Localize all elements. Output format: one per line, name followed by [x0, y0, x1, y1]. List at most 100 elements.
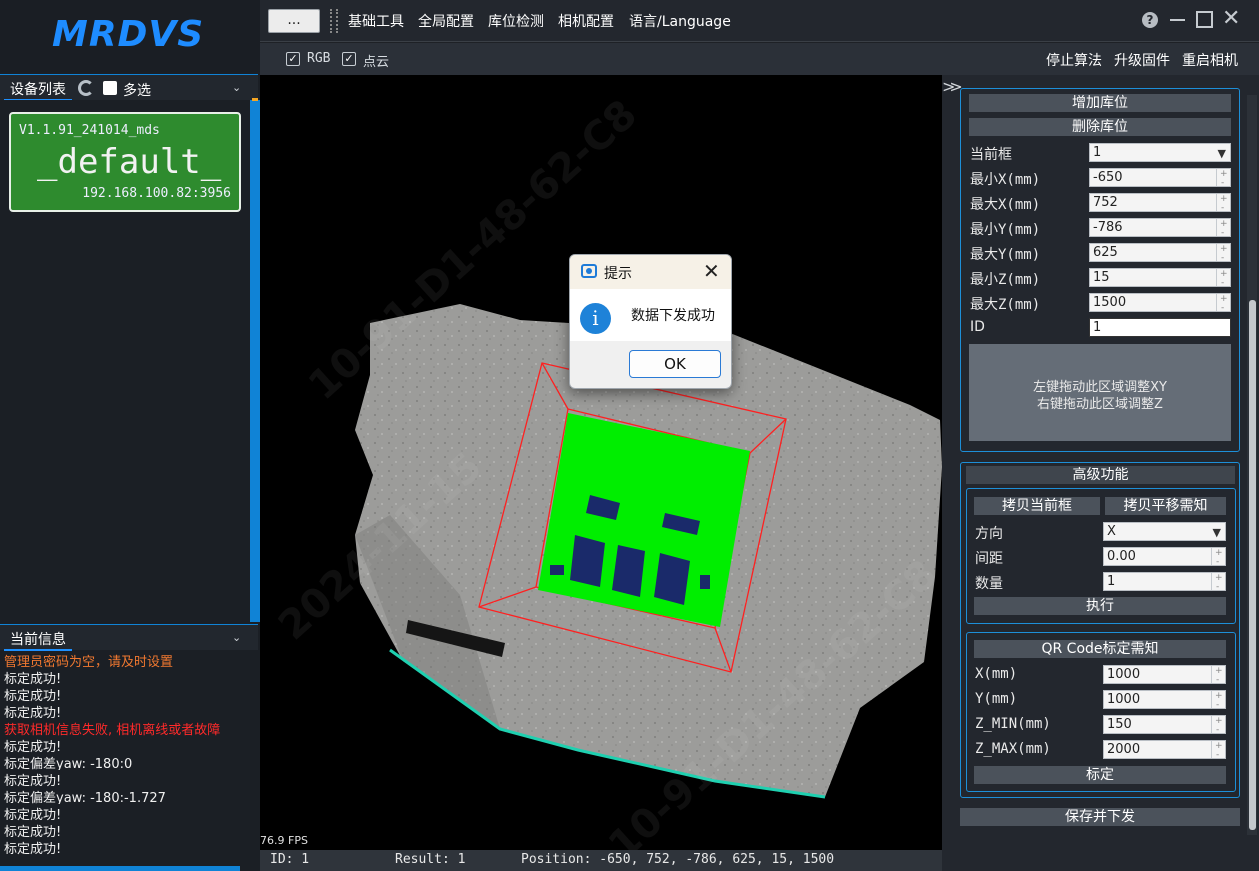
- delete-location-button[interactable]: 删除库位: [969, 118, 1231, 136]
- add-location-button[interactable]: 增加库位: [969, 94, 1231, 112]
- more-button[interactable]: ...: [268, 9, 320, 33]
- menu-language[interactable]: 语言/Language: [629, 11, 731, 31]
- info-log: 管理员密码为空，请及时设置 标定成功! 标定成功! 标定成功! 获取相机信息失败, 相机…: [0, 651, 252, 865]
- qr-calibration-help-button[interactable]: QR Code标定需知: [974, 640, 1226, 658]
- spinner-icon[interactable]: [1216, 266, 1230, 292]
- save-and-send-button[interactable]: 保存并下发: [960, 808, 1240, 826]
- count-label: 数量: [975, 576, 1003, 592]
- advanced-title: 高级功能: [966, 466, 1235, 484]
- spinner-icon[interactable]: [1211, 713, 1225, 739]
- current-box-label: 当前框: [970, 147, 1012, 163]
- message-dialog: 提示 ✕ i 数据下发成功 OK: [569, 254, 732, 389]
- chevron-down-icon[interactable]: ⌄: [232, 631, 241, 644]
- min-x-label: 最小X(mm): [970, 172, 1041, 188]
- qr-x-input[interactable]: 1000: [1103, 663, 1226, 689]
- scrollbar-marker: [252, 98, 258, 101]
- spinner-icon[interactable]: [1211, 738, 1225, 764]
- qr-zmax-input[interactable]: 2000: [1103, 738, 1226, 764]
- spinner-icon[interactable]: [1216, 241, 1230, 267]
- multi-select-checkbox[interactable]: [103, 81, 117, 95]
- current-box-value: 1: [1093, 145, 1102, 160]
- device-version: V1.1.91_241014_mds: [19, 123, 160, 138]
- point-cloud-render: [355, 304, 942, 799]
- restart-camera-button[interactable]: 重启相机: [1182, 50, 1238, 70]
- dialog-title: 提示: [604, 266, 632, 282]
- execute-button[interactable]: 执行: [974, 597, 1226, 615]
- spinner-icon[interactable]: [1216, 216, 1230, 242]
- collapse-panel-icon[interactable]: >>: [942, 77, 963, 96]
- log-line: 标定成功!: [4, 706, 62, 719]
- pointcloud-checkbox[interactable]: ✓: [342, 52, 356, 66]
- max-z-input[interactable]: 1500: [1089, 291, 1231, 317]
- device-list-scrollbar[interactable]: [250, 100, 260, 622]
- status-bar: ID: 1 Result: 1 Position: -650, 752, -78…: [260, 850, 942, 871]
- chevron-down-icon[interactable]: ⌄: [232, 81, 241, 94]
- min-z-input[interactable]: 15: [1089, 266, 1231, 292]
- dialog-message: 数据下发成功: [631, 308, 715, 324]
- log-line: 标定成功!: [4, 672, 62, 685]
- spinner-icon[interactable]: [1211, 688, 1225, 714]
- drag-adjust-area[interactable]: 左键拖动此区域调整XY 右键拖动此区域调整Z: [969, 344, 1231, 441]
- current-box-select[interactable]: 1 ▼: [1089, 143, 1231, 162]
- log-line: 标定成功!: [4, 689, 62, 702]
- refresh-icon[interactable]: [78, 80, 94, 96]
- maximize-icon[interactable]: [1196, 11, 1213, 28]
- menu-camera-config[interactable]: 相机配置: [558, 11, 614, 31]
- minimize-icon[interactable]: [1170, 19, 1185, 21]
- point-cloud-viewport[interactable]: 2024-11-15 10-91-D1-48-62-C8 10-91-D1-48…: [260, 75, 942, 850]
- qr-zmax-label: Z_MAX(mm): [975, 741, 1051, 757]
- device-card[interactable]: V1.1.91_241014_mds _default_ 192.168.100…: [9, 112, 241, 212]
- device-list-tab[interactable]: 设备列表: [4, 75, 72, 101]
- spinner-icon[interactable]: [1211, 545, 1225, 571]
- toolbar-grip-icon: [330, 9, 338, 33]
- log-line: 标定成功!: [4, 825, 62, 838]
- copy-box-button[interactable]: 拷贝当前框: [974, 497, 1100, 515]
- device-list-header: 设备列表 多选 ⌄: [0, 74, 258, 101]
- view-toolbar: ✓ RGB ✓ 点云 停止算法 升级固件 重启相机: [260, 43, 1259, 75]
- stop-algorithm-button[interactable]: 停止算法: [1046, 50, 1102, 70]
- info-tab[interactable]: 当前信息: [4, 625, 72, 651]
- spinner-icon[interactable]: [1211, 570, 1225, 596]
- ok-button[interactable]: OK: [629, 350, 721, 378]
- chevron-down-icon: ▼: [1217, 147, 1226, 160]
- spinner-icon[interactable]: [1216, 166, 1230, 192]
- spacing-input[interactable]: 0.00: [1103, 545, 1226, 571]
- min-y-input[interactable]: -786: [1089, 216, 1231, 242]
- status-id: ID: 1: [270, 852, 310, 867]
- upgrade-firmware-button[interactable]: 升级固件: [1114, 50, 1170, 70]
- dialog-titlebar: 提示 ✕: [570, 255, 731, 289]
- min-y-value: -786: [1093, 220, 1123, 235]
- max-y-input[interactable]: 625: [1089, 241, 1231, 267]
- id-input[interactable]: 1: [1089, 318, 1231, 337]
- menu-global-config[interactable]: 全局配置: [418, 11, 474, 31]
- close-window-icon[interactable]: ✕: [1222, 6, 1240, 31]
- info-icon: i: [580, 303, 611, 334]
- menu-location-detect[interactable]: 库位检测: [488, 11, 544, 31]
- spinner-icon[interactable]: [1216, 191, 1230, 217]
- qr-zmin-value: 150: [1107, 717, 1132, 732]
- direction-select[interactable]: X ▼: [1103, 522, 1226, 541]
- detected-pallet: [538, 413, 750, 627]
- logo-text: MRDVS: [52, 14, 205, 55]
- log-scrollbar[interactable]: [0, 866, 240, 871]
- multi-select-label: 多选: [123, 83, 151, 99]
- menu-basic-tools[interactable]: 基础工具: [348, 11, 404, 31]
- id-label: ID: [970, 319, 985, 335]
- help-icon[interactable]: ?: [1142, 12, 1158, 28]
- copy-shift-button[interactable]: 拷贝平移需知: [1105, 497, 1226, 515]
- qr-zmin-input[interactable]: 150: [1103, 713, 1226, 739]
- max-x-input[interactable]: 752: [1089, 191, 1231, 217]
- spinner-icon[interactable]: [1216, 291, 1230, 317]
- rgb-checkbox[interactable]: ✓: [286, 52, 300, 66]
- close-icon[interactable]: ✕: [703, 259, 720, 283]
- spinner-icon[interactable]: [1211, 663, 1225, 689]
- max-y-label: 最大Y(mm): [970, 247, 1041, 263]
- right-panel-scroll-thumb[interactable]: [1249, 300, 1256, 830]
- calibrate-button[interactable]: 标定: [974, 766, 1226, 784]
- min-x-input[interactable]: -650: [1089, 166, 1231, 192]
- max-z-value: 1500: [1093, 295, 1127, 310]
- max-x-label: 最大X(mm): [970, 197, 1041, 213]
- min-x-value: -650: [1093, 170, 1123, 185]
- count-input[interactable]: 1: [1103, 570, 1226, 596]
- qr-y-input[interactable]: 1000: [1103, 688, 1226, 714]
